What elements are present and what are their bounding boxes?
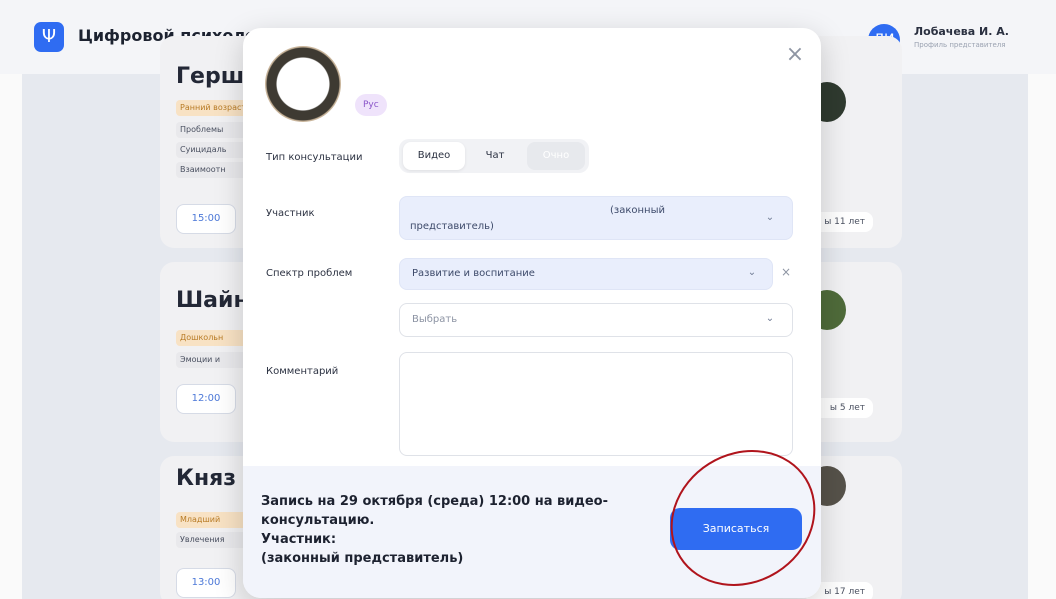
- clear-problem-icon[interactable]: ×: [781, 265, 791, 279]
- time-slot-button[interactable]: 15:00: [176, 204, 236, 234]
- chevron-down-icon: ⌄: [765, 212, 775, 223]
- app-logo-icon[interactable]: Ψ: [34, 22, 64, 52]
- chevron-down-icon: ⌄: [747, 267, 757, 278]
- time-slot-button[interactable]: 13:00: [176, 568, 236, 598]
- submit-booking-button[interactable]: Записаться: [670, 508, 802, 550]
- consultation-type-video[interactable]: Видео: [403, 142, 465, 170]
- user-name[interactable]: Лобачева И. А.: [914, 25, 1009, 38]
- language-badge: Рус: [355, 94, 387, 116]
- booking-summary: Запись на 29 октября (среда) 12:00 на ви…: [261, 492, 621, 568]
- consultation-type-in-person[interactable]: Очно: [527, 142, 585, 170]
- consultation-type-switch: Видео Чат Очно: [399, 139, 589, 173]
- problems-label: Спектр проблем: [266, 268, 353, 279]
- booking-modal: Рус × Тип консультации Видео Чат Очно Уч…: [243, 28, 821, 598]
- summary-line: Участник:: [261, 532, 337, 547]
- summary-line: консультацию.: [261, 513, 375, 528]
- comment-label: Комментарий: [266, 366, 339, 377]
- chevron-down-icon: ⌄: [765, 313, 775, 324]
- comment-textarea[interactable]: [399, 352, 793, 456]
- add-problem-placeholder: Выбрать: [412, 314, 458, 325]
- psychologist-name: Княз: [176, 466, 237, 491]
- participant-value-line1: (законный: [610, 205, 665, 216]
- summary-line: Запись на 29 октября (среда) 12:00 на ви…: [261, 494, 609, 509]
- psychologist-name: Шайн: [176, 288, 249, 313]
- booking-summary-footer: Запись на 29 октября (среда) 12:00 на ви…: [243, 466, 821, 598]
- problems-selected-value: Развитие и воспитание: [412, 268, 535, 279]
- time-slot-button[interactable]: 12:00: [176, 384, 236, 414]
- summary-line: (законный представитель): [261, 551, 464, 566]
- user-role: Профиль представителя: [914, 41, 1006, 49]
- add-problem-select[interactable]: Выбрать ⌄: [399, 303, 793, 337]
- consultation-type-chat[interactable]: Чат: [467, 142, 523, 170]
- consultation-type-label: Тип консультации: [266, 152, 363, 163]
- psychologist-name: Герш: [176, 64, 245, 89]
- problems-select[interactable]: Развитие и воспитание ⌄: [399, 258, 773, 290]
- psychologist-avatar: [265, 46, 341, 122]
- close-icon[interactable]: ×: [783, 43, 807, 67]
- participant-value-line2: представитель): [410, 221, 494, 232]
- participant-select[interactable]: (законный представитель) ⌄: [399, 196, 793, 240]
- participant-label: Участник: [266, 208, 315, 219]
